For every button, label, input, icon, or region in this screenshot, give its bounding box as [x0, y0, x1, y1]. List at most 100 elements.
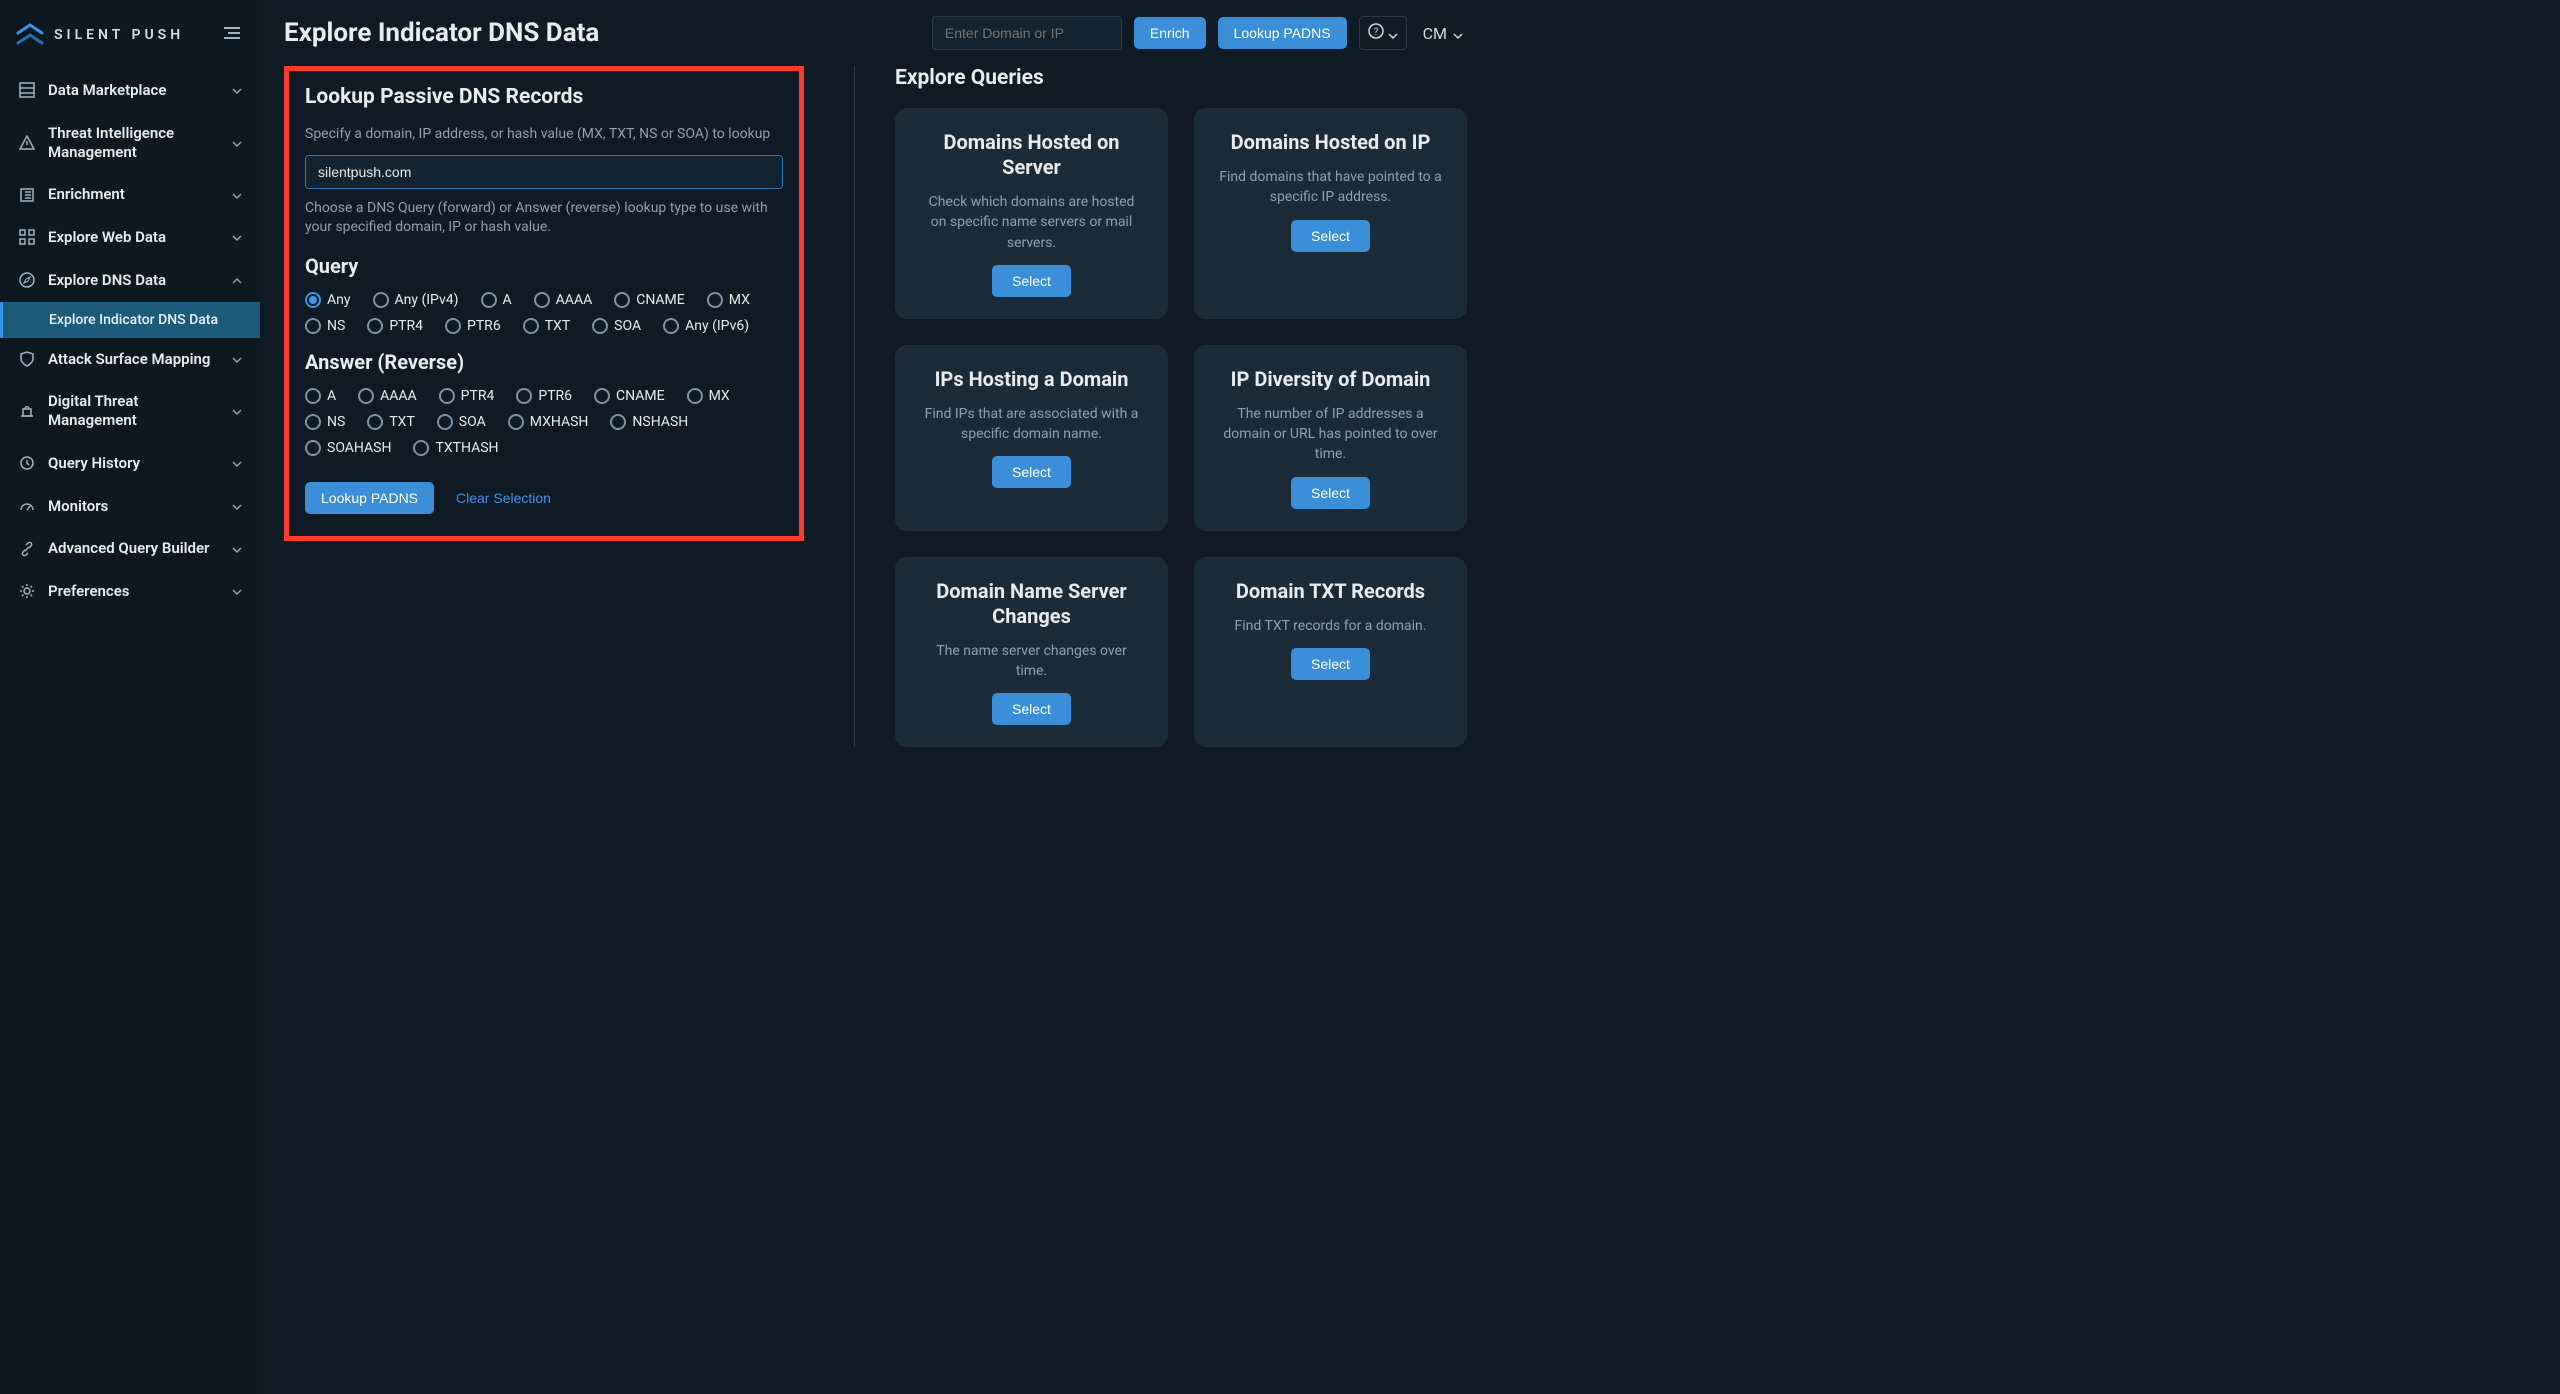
answer-radio-option[interactable]: TXTHASH — [413, 440, 498, 456]
radio-label: MX — [729, 292, 750, 308]
radio-label: NS — [327, 414, 345, 430]
query-radio-option[interactable]: AAAA — [534, 292, 593, 308]
query-radio-option[interactable]: PTR6 — [445, 318, 501, 334]
help-menu[interactable]: ? — [1359, 16, 1407, 50]
query-radio-option[interactable]: CNAME — [614, 292, 685, 308]
sidebar-collapse-button[interactable] — [220, 20, 244, 49]
select-button[interactable]: Select — [992, 693, 1071, 725]
user-menu[interactable]: CM — [1419, 18, 1467, 49]
sidebar-nav: Data Marketplace Threat Intelligence Mana… — [0, 69, 260, 613]
lookup-help-1: Specify a domain, IP address, or hash va… — [305, 125, 783, 145]
sidebar-item-label: Explore Web Data — [48, 228, 220, 247]
chevron-up-icon — [232, 273, 242, 287]
history-icon — [18, 454, 36, 472]
select-button[interactable]: Select — [1291, 220, 1370, 252]
chevron-down-icon — [232, 352, 242, 366]
sidebar-item-label: Data Marketplace — [48, 81, 220, 100]
sidebar-item[interactable]: Explore DNS Data — [0, 259, 260, 302]
radio-label: PTR4 — [389, 318, 423, 334]
sidebar-item[interactable]: Preferences — [0, 570, 260, 613]
sidebar-item[interactable]: Monitors — [0, 485, 260, 528]
radio-label: CNAME — [616, 388, 665, 404]
answer-radio-option[interactable]: NSHASH — [610, 414, 688, 430]
answer-radio-option[interactable]: NS — [305, 414, 345, 430]
radio-icon — [367, 414, 383, 430]
marketplace-icon — [18, 81, 36, 99]
sidebar-item[interactable]: Attack Surface Mapping — [0, 338, 260, 381]
sidebar-item-label: Query History — [48, 454, 220, 473]
card-description: The number of IP addresses a domain or U… — [1218, 404, 1443, 465]
radio-label: TXT — [389, 414, 414, 430]
radio-icon — [437, 414, 453, 430]
query-radio-option[interactable]: TXT — [523, 318, 570, 334]
enrich-button[interactable]: Enrich — [1134, 17, 1206, 49]
answer-radio-option[interactable]: MX — [687, 388, 730, 404]
query-radio-option[interactable]: PTR4 — [367, 318, 423, 334]
alarm-icon — [18, 402, 36, 420]
enrichment-icon — [18, 186, 36, 204]
answer-radio-option[interactable]: AAAA — [358, 388, 417, 404]
card-description: The name server changes over time. — [919, 641, 1144, 682]
clear-selection-button[interactable]: Clear Selection — [456, 490, 551, 506]
query-radio-option[interactable]: SOA — [592, 318, 641, 334]
answer-radio-option[interactable]: CNAME — [594, 388, 665, 404]
answer-radio-option[interactable]: TXT — [367, 414, 414, 430]
answer-radio-option[interactable]: SOA — [437, 414, 486, 430]
radio-icon — [481, 292, 497, 308]
card-title: Domain TXT Records — [1236, 579, 1425, 604]
select-button[interactable]: Select — [1291, 477, 1370, 509]
radio-icon — [305, 388, 321, 404]
radio-icon — [610, 414, 626, 430]
select-button[interactable]: Select — [1291, 648, 1370, 680]
query-radio-option[interactable]: NS — [305, 318, 345, 334]
lookup-padns-top-button[interactable]: Lookup PADNS — [1218, 17, 1347, 49]
lookup-padns-button[interactable]: Lookup PADNS — [305, 482, 434, 514]
grid-icon — [18, 228, 36, 246]
sidebar-item[interactable]: Explore Web Data — [0, 216, 260, 259]
lookup-title: Lookup Passive DNS Records — [305, 85, 783, 109]
content: Lookup Passive DNS Records Specify a dom… — [260, 66, 1491, 771]
answer-radio-option[interactable]: PTR6 — [516, 388, 572, 404]
sidebar-subitem[interactable]: Explore Indicator DNS Data — [0, 302, 260, 338]
card-title: IP Diversity of Domain — [1231, 367, 1431, 392]
answer-radio-option[interactable]: MXHASH — [508, 414, 589, 430]
radio-icon — [445, 318, 461, 334]
query-card: Domain Name Server ChangesThe name serve… — [895, 557, 1168, 748]
help-icon: ? — [1368, 23, 1384, 43]
sidebar-item-label: Explore DNS Data — [48, 271, 220, 290]
search-input[interactable] — [932, 16, 1122, 50]
select-button[interactable]: Select — [992, 265, 1071, 297]
radio-icon — [305, 292, 321, 308]
answer-radio-option[interactable]: SOAHASH — [305, 440, 391, 456]
sidebar-item[interactable]: Data Marketplace — [0, 69, 260, 112]
radio-label: TXTHASH — [435, 440, 498, 456]
sidebar-item[interactable]: Threat Intelligence Management — [0, 112, 260, 174]
query-radio-option[interactable]: A — [481, 292, 512, 308]
topbar: Explore Indicator DNS Data Enrich Lookup… — [260, 0, 1491, 66]
query-radio-option[interactable]: Any — [305, 292, 351, 308]
gear-icon — [18, 582, 36, 600]
sidebar-item[interactable]: Digital Threat Management — [0, 380, 260, 442]
domain-input[interactable] — [305, 155, 783, 189]
sidebar-item-label: Preferences — [48, 582, 220, 601]
sidebar-header: SILENT PUSH — [0, 12, 260, 69]
answer-radio-option[interactable]: A — [305, 388, 336, 404]
answer-radio-option[interactable]: PTR4 — [439, 388, 495, 404]
radio-label: Any (IPv6) — [685, 318, 749, 334]
sidebar-item[interactable]: Enrichment — [0, 173, 260, 216]
radio-label: SOA — [459, 414, 486, 430]
radio-icon — [373, 292, 389, 308]
radio-label: NS — [327, 318, 345, 334]
svg-text:?: ? — [1373, 27, 1378, 38]
sidebar-item[interactable]: Query History — [0, 442, 260, 485]
query-radio-option[interactable]: Any (IPv6) — [663, 318, 749, 334]
select-button[interactable]: Select — [992, 456, 1071, 488]
query-radio-option[interactable]: Any (IPv4) — [373, 292, 459, 308]
main: Explore Indicator DNS Data Enrich Lookup… — [260, 0, 1491, 1394]
sidebar-item[interactable]: Advanced Query Builder — [0, 527, 260, 570]
radio-icon — [508, 414, 524, 430]
query-radio-option[interactable]: MX — [707, 292, 750, 308]
answer-section-title: Answer (Reverse) — [305, 350, 783, 374]
chevron-down-icon — [232, 542, 242, 556]
sidebar-item-label: Advanced Query Builder — [48, 539, 220, 558]
